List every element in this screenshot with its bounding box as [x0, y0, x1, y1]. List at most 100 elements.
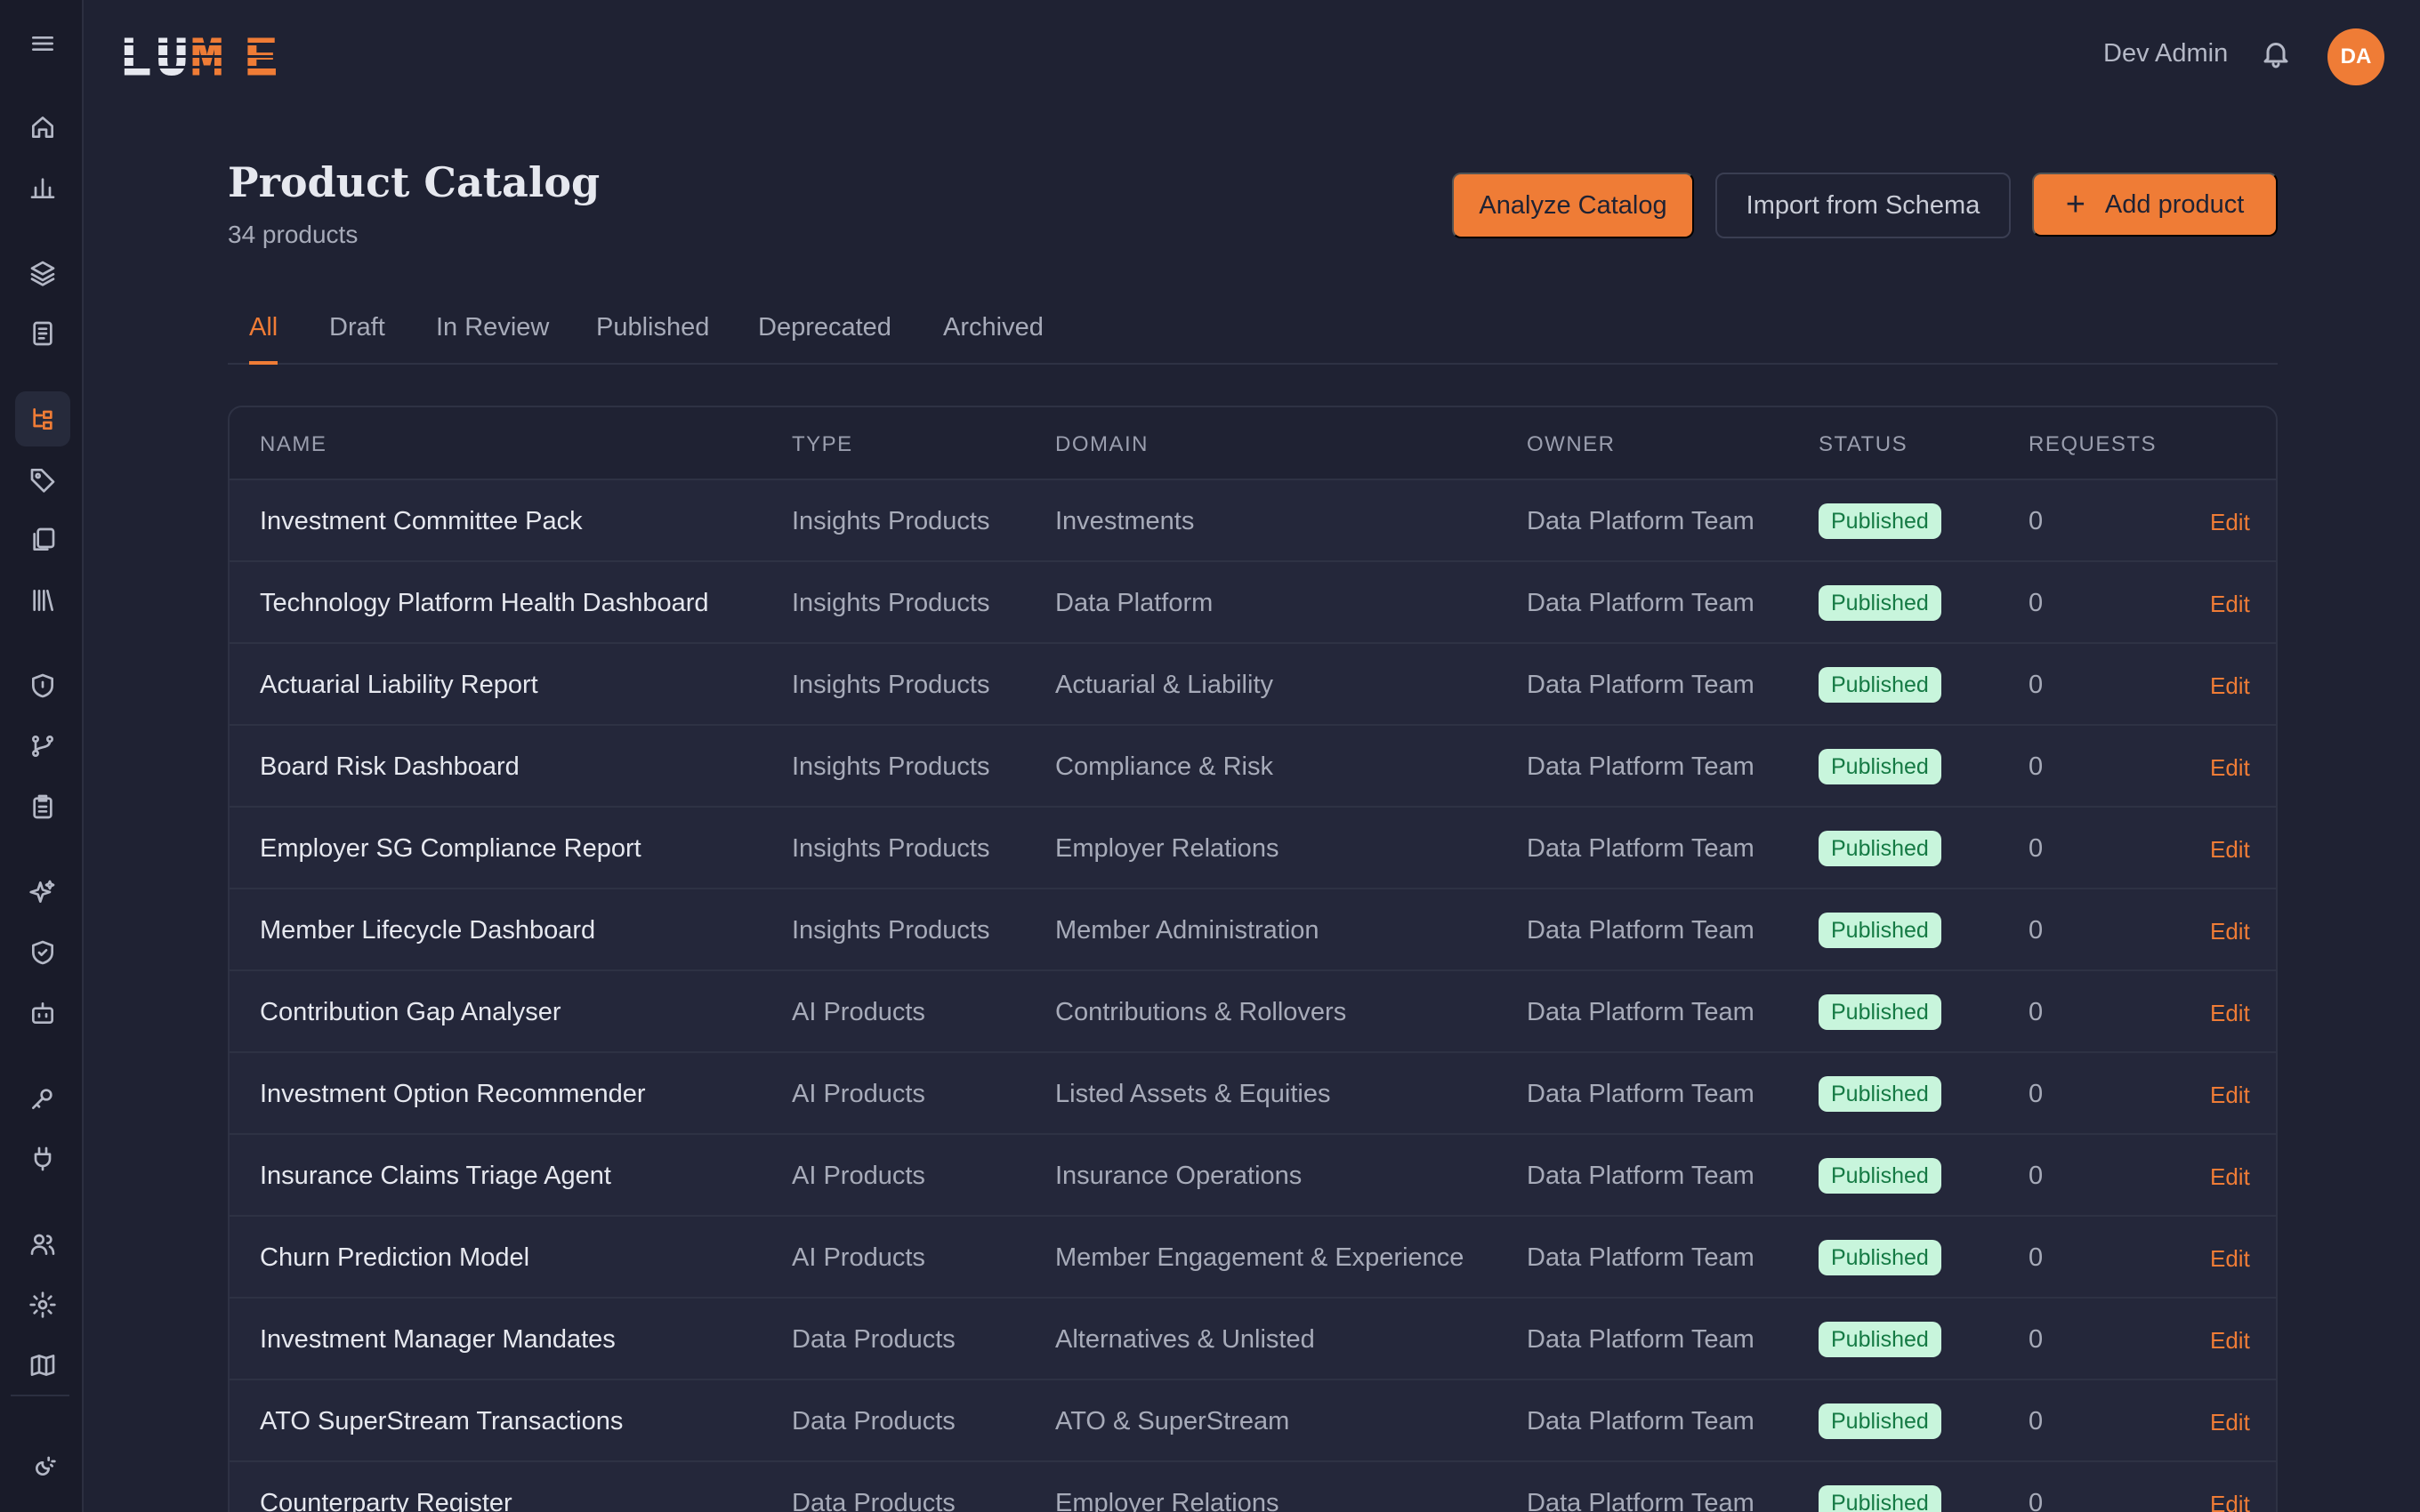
table-row[interactable]: Actuarial Liability Report Insights Produ… — [230, 644, 2276, 726]
tab-in-review[interactable]: In Review — [436, 313, 549, 365]
avatar[interactable]: DA — [2327, 28, 2384, 85]
copy-icon[interactable] — [15, 512, 70, 567]
table-row[interactable]: Insurance Claims Triage Agent AI Products… — [230, 1135, 2276, 1217]
product-count: 34 products — [228, 221, 359, 248]
theme-icon[interactable] — [15, 1441, 70, 1496]
table-row[interactable]: Member Lifecycle Dashboard Insights Produ… — [230, 889, 2276, 971]
product-name[interactable]: Contribution Gap Analyser — [260, 998, 561, 1027]
tab-deprecated[interactable]: Deprecated — [758, 313, 891, 365]
column-header-domain[interactable]: DOMAIN — [1055, 432, 1149, 457]
library-icon[interactable] — [15, 573, 70, 628]
lume-logo[interactable]: LU ME — [119, 27, 279, 92]
table-row[interactable]: ATO SuperStream Transactions Data Product… — [230, 1380, 2276, 1462]
product-type: Insights Products — [792, 834, 990, 863]
edit-link[interactable]: Edit — [2210, 836, 2250, 864]
product-name[interactable]: ATO SuperStream Transactions — [260, 1407, 623, 1436]
product-name[interactable]: Investment Committee Pack — [260, 507, 583, 536]
product-type: Data Products — [792, 1407, 956, 1436]
document-icon[interactable] — [15, 306, 70, 361]
table-row[interactable]: Investment Committee Pack Insights Produc… — [230, 480, 2276, 562]
table-row[interactable]: Employer SG Compliance Report Insights Pr… — [230, 808, 2276, 889]
edit-link[interactable]: Edit — [2210, 1327, 2250, 1355]
status-badge: Published — [1819, 749, 1941, 784]
edit-link[interactable]: Edit — [2210, 509, 2250, 536]
layers-icon[interactable] — [15, 245, 70, 301]
gear-icon[interactable] — [15, 1277, 70, 1332]
shield-check-icon[interactable] — [15, 925, 70, 980]
edit-link[interactable]: Edit — [2210, 1082, 2250, 1109]
edit-link[interactable]: Edit — [2210, 591, 2250, 618]
status-badge: Published — [1819, 994, 1941, 1030]
product-name[interactable]: Member Lifecycle Dashboard — [260, 916, 595, 945]
edit-link[interactable]: Edit — [2210, 754, 2250, 782]
product-name[interactable]: Employer SG Compliance Report — [260, 834, 641, 864]
analyze-catalog-button[interactable]: Analyze Catalog — [1452, 173, 1694, 238]
tab-all[interactable]: All — [249, 313, 278, 365]
edit-link[interactable]: Edit — [2210, 1491, 2250, 1512]
product-type: AI Products — [792, 1243, 925, 1272]
status-badge: Published — [1819, 1076, 1941, 1112]
home-icon[interactable] — [15, 100, 70, 155]
product-owner: Data Platform Team — [1527, 916, 1754, 945]
table-row[interactable]: Investment Option Recommender AI Products… — [230, 1053, 2276, 1135]
column-header-name[interactable]: NAME — [260, 432, 327, 457]
import-from-schema-button[interactable]: Import from Schema — [1715, 173, 2011, 238]
column-header-type[interactable]: TYPE — [792, 432, 853, 457]
product-name[interactable]: Insurance Claims Triage Agent — [260, 1162, 611, 1191]
edit-link[interactable]: Edit — [2210, 1245, 2250, 1273]
add-product-button[interactable]: + Add product — [2032, 173, 2278, 237]
column-header-requests[interactable]: REQUESTS — [2029, 432, 2157, 457]
plug-icon[interactable] — [15, 1131, 70, 1186]
users-icon[interactable] — [15, 1217, 70, 1272]
column-header-owner[interactable]: OWNER — [1527, 432, 1616, 457]
product-owner: Data Platform Team — [1527, 671, 1754, 699]
product-name[interactable]: Churn Prediction Model — [260, 1243, 529, 1273]
table-row[interactable]: Contribution Gap Analyser AI Products Cont… — [230, 971, 2276, 1053]
product-name[interactable]: Investment Option Recommender — [260, 1080, 646, 1109]
edit-link[interactable]: Edit — [2210, 672, 2250, 700]
tag-icon[interactable] — [15, 452, 70, 507]
key-icon[interactable] — [15, 1071, 70, 1126]
edit-link[interactable]: Edit — [2210, 1000, 2250, 1027]
product-name[interactable]: Technology Platform Health Dashboard — [260, 589, 709, 618]
request-count: 0 — [2029, 1489, 2044, 1512]
product-domain: ATO & SuperStream — [1055, 1407, 1290, 1436]
edit-link[interactable]: Edit — [2210, 918, 2250, 945]
column-header-status[interactable]: STATUS — [1819, 432, 1908, 457]
request-count: 0 — [2029, 507, 2044, 535]
product-name[interactable]: Actuarial Liability Report — [260, 671, 538, 700]
clipboard-icon[interactable] — [15, 779, 70, 834]
status-badge: Published — [1819, 667, 1941, 703]
robot-icon[interactable] — [15, 985, 70, 1041]
tab-published[interactable]: Published — [596, 313, 709, 365]
map-icon[interactable] — [15, 1338, 70, 1393]
user-name[interactable]: Dev Admin — [2103, 39, 2228, 68]
request-count: 0 — [2029, 671, 2044, 699]
product-type: Insights Products — [792, 916, 990, 945]
table-row[interactable]: Technology Platform Health Dashboard Insi… — [230, 562, 2276, 644]
hierarchy-icon[interactable] — [15, 391, 70, 446]
table-row[interactable]: Investment Manager Mandates Data Products… — [230, 1299, 2276, 1380]
sparkles-icon[interactable] — [15, 865, 70, 920]
product-name[interactable]: Board Risk Dashboard — [260, 752, 520, 782]
table-row[interactable]: Counterparty Register Data Products Employ… — [230, 1462, 2276, 1512]
product-domain: Contributions & Rollovers — [1055, 998, 1347, 1026]
tab-draft[interactable]: Draft — [329, 313, 385, 365]
product-domain: Member Engagement & Experience — [1055, 1243, 1464, 1272]
chart-icon[interactable] — [15, 160, 70, 215]
edit-link[interactable]: Edit — [2210, 1163, 2250, 1191]
product-type: AI Products — [792, 998, 925, 1026]
bell-icon[interactable] — [2260, 37, 2295, 75]
tab-archived[interactable]: Archived — [943, 313, 1044, 365]
table-row[interactable]: Board Risk Dashboard Insights Products Com… — [230, 726, 2276, 808]
product-name[interactable]: Counterparty Register — [260, 1489, 512, 1512]
shield-icon[interactable] — [15, 658, 70, 713]
table-row[interactable]: Churn Prediction Model AI Products Member … — [230, 1217, 2276, 1299]
product-name[interactable]: Investment Manager Mandates — [260, 1325, 616, 1355]
edit-link[interactable]: Edit — [2210, 1409, 2250, 1436]
branch-icon[interactable] — [15, 719, 70, 774]
product-owner: Data Platform Team — [1527, 1080, 1754, 1108]
request-count: 0 — [2029, 1080, 2044, 1108]
request-count: 0 — [2029, 998, 2044, 1026]
menu-icon[interactable] — [15, 16, 70, 71]
